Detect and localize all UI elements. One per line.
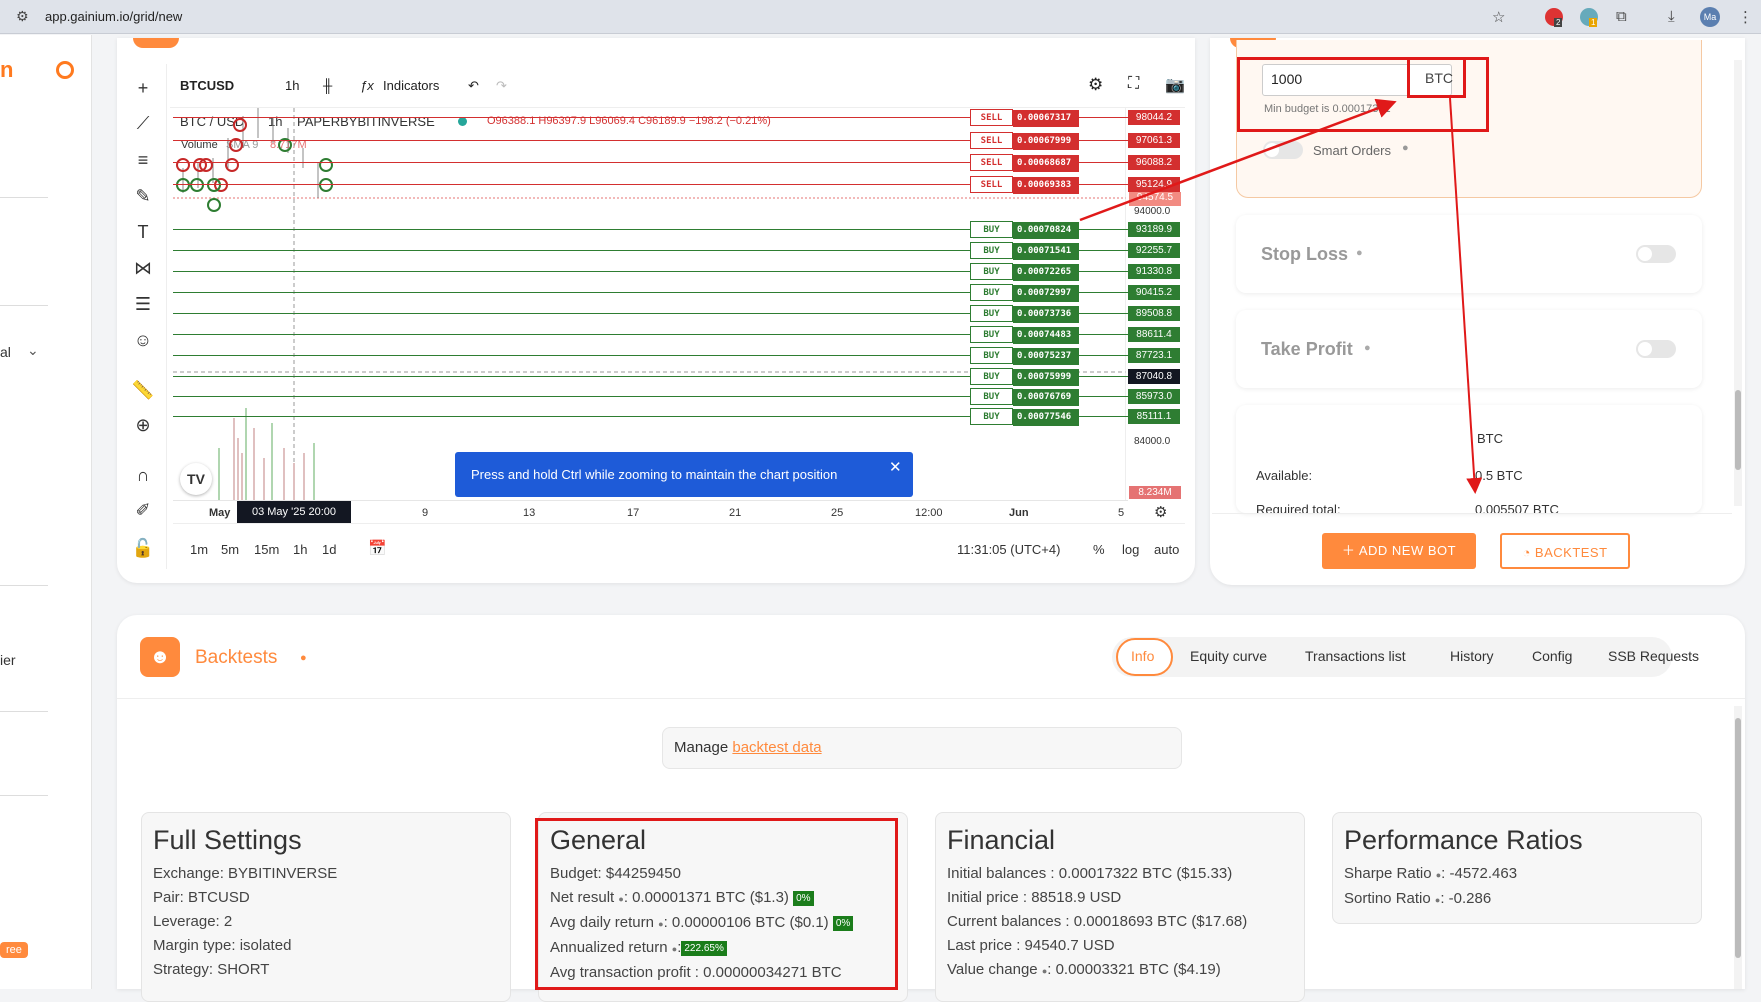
annotation-arrows bbox=[1079, 97, 1483, 494]
